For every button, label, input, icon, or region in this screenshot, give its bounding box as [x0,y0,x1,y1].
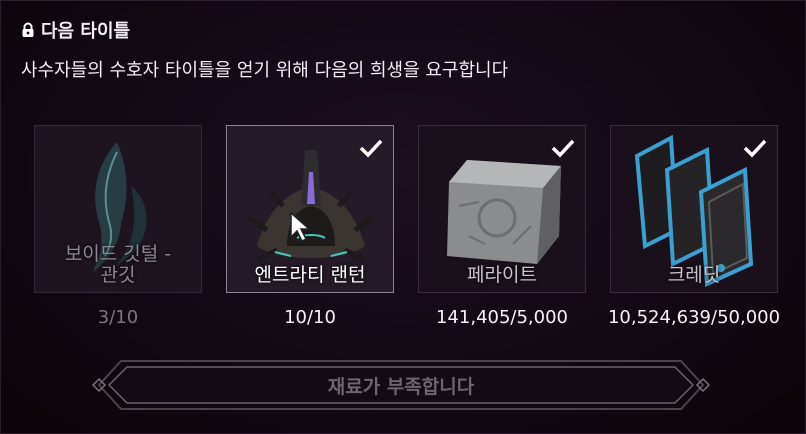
sacrifice-dialog: 다음 타이틀 사수자들의 수호자 타이틀을 얻기 위해 다음의 희생을 요구합니… [0,0,806,434]
header: 다음 타이틀 [21,17,130,43]
check-icon [743,139,767,158]
check-icon [359,139,383,158]
item-card[interactable]: 페라이트 [418,125,586,293]
item-name: 크레딧 [667,264,721,286]
item-count: 10,524,639/50,000 [607,307,781,328]
button-label: 재료가 부족합니다 [327,376,475,398]
item-card[interactable]: 크레딧 [610,125,778,293]
item-credits[interactable]: 크레딧 10,524,639/50,000 [608,125,780,328]
item-count: 141,405/5,000 [435,307,569,328]
item-ferrite[interactable]: 페라이트 141,405/5,000 [418,125,586,328]
description: 사수자들의 수호자 타이틀을 얻기 위해 다음의 희생을 요구합니다 [21,60,509,81]
title: 다음 타이틀 [41,21,131,42]
item-void-feather[interactable]: 보이드 깃털 - 관깃 3/10 [34,125,202,328]
insufficient-materials-button[interactable]: 재료가 부족합니다 [91,357,711,413]
item-name: 엔트라티 랜턴 [254,264,366,286]
item-count: 3/10 [97,307,139,328]
item-name: 페라이트 [467,264,537,286]
item-card[interactable]: 엔트라티 랜턴 [226,125,394,293]
item-list: 보이드 깃털 - 관깃 3/10 엔트라티 랜턴 10/10 페라이트 141,… [34,125,780,328]
item-count: 10/10 [284,307,336,328]
mouse-cursor-icon [290,211,311,243]
item-card[interactable]: 보이드 깃털 - 관깃 [34,125,202,293]
lock-icon [22,22,34,37]
check-icon [551,139,575,158]
item-name: 보이드 깃털 - 관깃 [64,243,172,286]
